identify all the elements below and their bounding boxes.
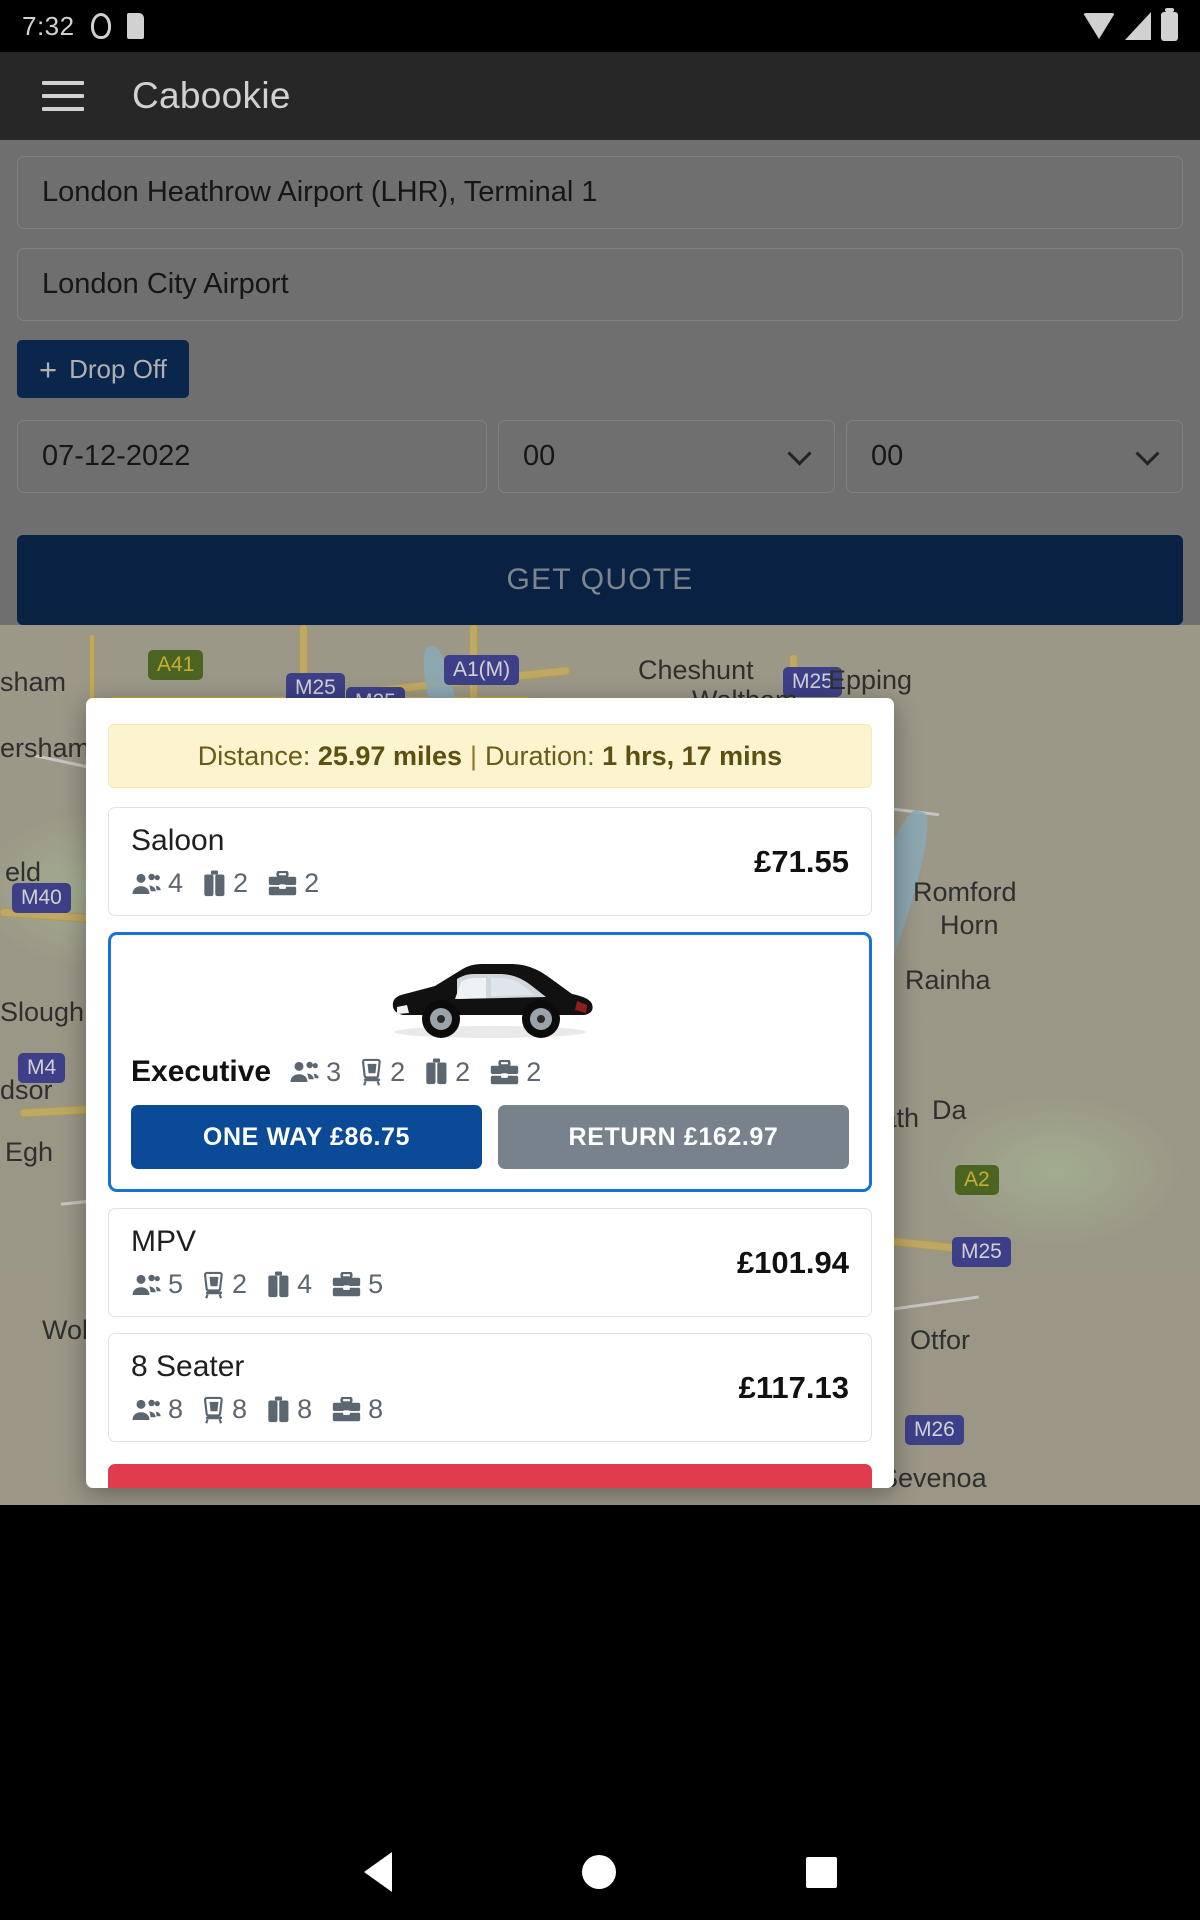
vehicle-specs: 8 8 8 8	[131, 1394, 739, 1425]
passengers-count: 8	[168, 1394, 184, 1424]
vehicle-price: £71.55	[754, 843, 849, 879]
vehicle-card-selected[interactable]: Executive 3 2 2 2 ONE WAY £86.75 RETURN £162.9…	[108, 932, 872, 1192]
briefcase-count: 5	[368, 1269, 384, 1299]
executive-car-image	[131, 949, 849, 1049]
passengers-icon	[131, 1397, 161, 1423]
passengers-icon	[289, 1059, 319, 1085]
vehicle-list: Saloon 4 2 2 £71.55 Executive 3 2 2 2 ONE WAY £86.…	[108, 807, 872, 1442]
briefcase-icon	[268, 871, 297, 896]
suitcase-icon	[267, 1271, 290, 1299]
back-triangle-icon[interactable]	[363, 1852, 392, 1892]
passengers-count: 4	[168, 868, 184, 898]
recents-square-icon[interactable]	[805, 1856, 837, 1888]
one-way-fare-button[interactable]: ONE WAY £86.75	[131, 1105, 482, 1169]
child-seat-count: 2	[390, 1056, 406, 1087]
suitcase-count: 2	[455, 1056, 471, 1087]
vehicle-price: £117.13	[738, 1369, 849, 1405]
child-seat-icon	[203, 1396, 225, 1424]
child-seat-count: 8	[232, 1394, 248, 1424]
child-seat-icon	[203, 1271, 225, 1299]
briefcase-icon	[332, 1272, 361, 1297]
briefcase-count: 2	[526, 1056, 542, 1087]
passengers-count: 3	[326, 1056, 342, 1087]
child-seat-count: 2	[232, 1269, 248, 1299]
phone-screen: 7:32 Cabookie London Heathrow Airport (L…	[0, 0, 1200, 1920]
duration-label: Duration:	[485, 740, 595, 771]
suitcase-icon	[203, 870, 226, 898]
home-circle-icon[interactable]	[581, 1855, 616, 1889]
suitcase-icon	[425, 1058, 448, 1086]
vehicle-card[interactable]: Saloon 4 2 2 £71.55	[108, 807, 872, 916]
duration-value: 1 hrs, 17 mins	[602, 740, 783, 771]
vehicle-name: 8 Seater	[131, 1350, 245, 1383]
briefcase-icon	[490, 1059, 519, 1085]
vehicle-name: Saloon	[131, 824, 225, 857]
briefcase-count: 8	[368, 1394, 384, 1424]
passengers-icon	[131, 1272, 161, 1298]
system-nav-bar	[0, 1824, 1200, 1920]
vehicle-name: Executive	[131, 1055, 272, 1088]
distance-value: 25.97 miles	[317, 740, 462, 771]
suitcase-count: 2	[233, 868, 249, 898]
close-button[interactable]: Close	[108, 1464, 872, 1488]
vehicle-specs: 4 2 2	[131, 868, 754, 899]
vehicle-card[interactable]: MPV 5 2 4 5 £101.94	[108, 1208, 872, 1317]
trip-info-banner: Distance: 25.97 miles | Duration: 1 hrs,…	[108, 724, 872, 788]
passengers-icon	[131, 871, 161, 897]
briefcase-count: 2	[304, 868, 320, 898]
vehicle-specs: 3 2 2 2	[289, 1057, 554, 1088]
suitcase-count: 4	[297, 1269, 313, 1299]
info-separator: |	[470, 740, 478, 771]
vehicle-price: £101.94	[736, 1244, 849, 1280]
return-fare-button[interactable]: RETURN £162.97	[498, 1105, 849, 1169]
briefcase-icon	[332, 1397, 361, 1422]
vehicle-card[interactable]: 8 Seater 8 8 8 8 £117.13	[108, 1333, 872, 1442]
vehicle-specs: 5 2 4 5	[131, 1269, 737, 1300]
suitcase-icon	[267, 1396, 290, 1424]
quote-dialog: Distance: 25.97 miles | Duration: 1 hrs,…	[86, 698, 894, 1488]
child-seat-icon	[361, 1058, 383, 1086]
distance-label: Distance:	[197, 740, 311, 771]
vehicle-name: MPV	[131, 1225, 197, 1258]
passengers-count: 5	[168, 1269, 184, 1299]
suitcase-count: 8	[297, 1394, 313, 1424]
